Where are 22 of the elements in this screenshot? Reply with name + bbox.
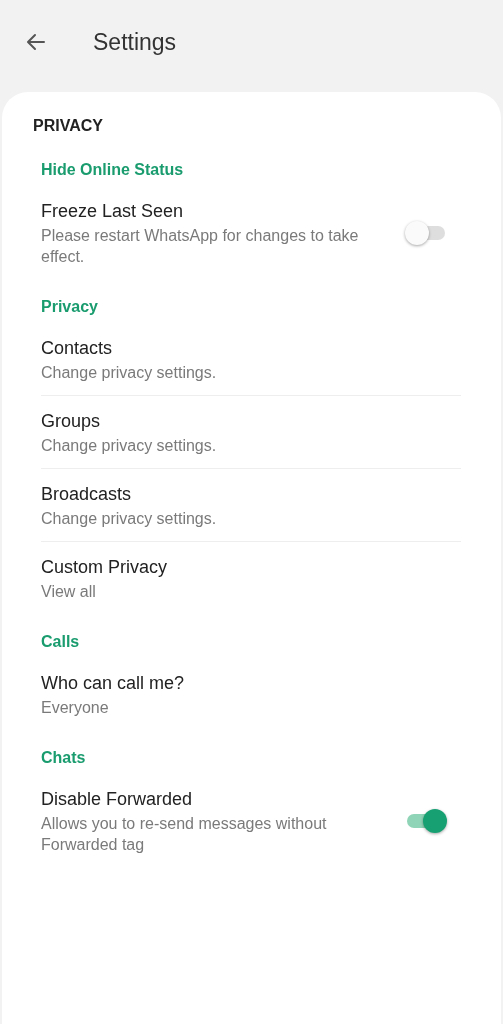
setting-title: Disable Forwarded xyxy=(41,788,194,811)
setting-description: Allows you to re-send messages without Forwarded tag xyxy=(41,814,328,855)
toggle-switch[interactable] xyxy=(405,219,447,246)
setting-description: Change privacy settings. xyxy=(41,509,217,529)
section-title: PRIVACY xyxy=(33,117,103,134)
setting-description: Everyone xyxy=(41,698,110,718)
setting-title: Who can call me? xyxy=(41,672,185,695)
group-header: Hide Online Status xyxy=(41,161,184,178)
toggle-switch[interactable] xyxy=(405,807,447,834)
group-header: Privacy xyxy=(41,298,98,315)
group-header: Chats xyxy=(41,749,86,766)
setting-description: Change privacy settings. xyxy=(41,363,217,383)
setting-title: Freeze Last Seen xyxy=(41,200,185,223)
setting-description: Change privacy settings. xyxy=(41,436,217,456)
setting-description: Please restart WhatsApp for changes to take effect. xyxy=(41,226,360,267)
setting-description: View all xyxy=(41,582,97,602)
group-header: Calls xyxy=(41,633,80,650)
setting-title: Groups xyxy=(41,410,102,433)
screen-title: Settings xyxy=(93,27,177,57)
setting-title: Custom Privacy xyxy=(41,556,168,579)
setting-title: Broadcasts xyxy=(41,483,133,506)
setting-title: Contacts xyxy=(41,337,114,360)
